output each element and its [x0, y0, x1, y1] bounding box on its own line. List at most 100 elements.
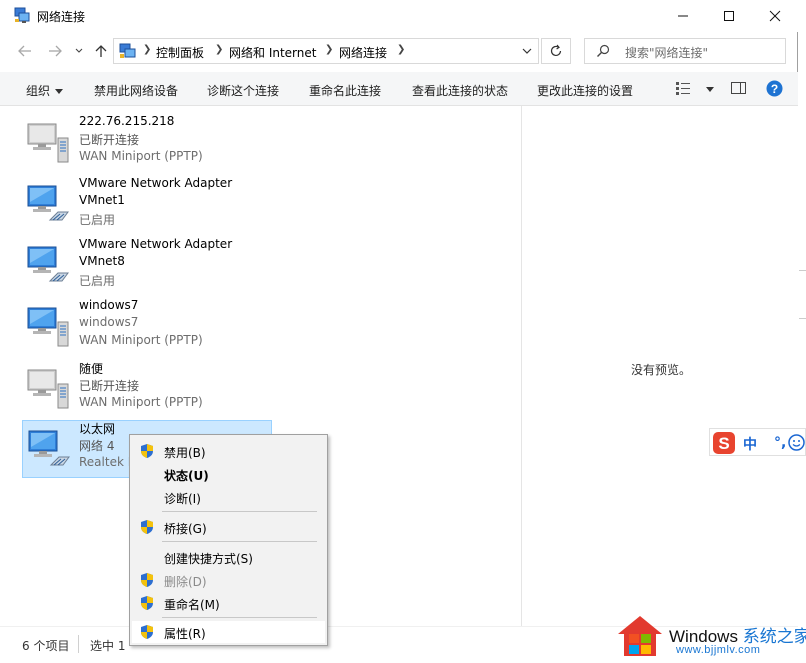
arrow-up-icon — [95, 45, 107, 57]
wan-connection-icon — [27, 123, 69, 163]
connection-device: 已启用 — [79, 274, 116, 288]
preview-pane: 没有预览。 — [521, 106, 798, 626]
chevron-down-icon — [75, 48, 83, 53]
diagnose-button[interactable]: 诊断这个连接 — [207, 82, 279, 99]
arrow-right-icon — [49, 45, 62, 57]
ime-punctuation[interactable]: °, — [774, 435, 786, 451]
menu-item-disable[interactable]: 禁用(B) — [132, 440, 325, 462]
disable-device-button[interactable]: 禁用此网络设备 — [94, 82, 178, 99]
up-button[interactable] — [90, 40, 112, 62]
connection-status: windows7 — [79, 315, 139, 329]
menu-item-label: 禁用(B) — [164, 446, 206, 460]
uac-shield-icon — [141, 520, 153, 534]
connection-status: VMnet8 — [79, 254, 125, 268]
view-options-caret-icon[interactable] — [706, 87, 714, 92]
connection-device: Realtek I — [79, 455, 132, 469]
refresh-icon — [550, 44, 562, 57]
connection-name: VMware Network Adapter — [79, 176, 233, 190]
help-icon[interactable]: ? — [766, 80, 783, 97]
menu-item-properties[interactable]: 属性(R) — [132, 621, 325, 643]
search-placeholder: 搜索"网络连接" — [625, 46, 709, 60]
rename-connection-button[interactable]: 重命名此连接 — [309, 82, 381, 99]
uac-shield-icon — [141, 625, 153, 639]
crumb-separator-icon: ❯ — [325, 44, 334, 55]
connection-status: VMnet1 — [79, 193, 125, 207]
menu-item-diagnose[interactable]: 诊断(I) — [132, 486, 325, 508]
connection-device: 已启用 — [79, 213, 116, 227]
menu-item-label: 创建快捷方式(S) — [164, 552, 253, 566]
close-icon — [769, 10, 781, 22]
menu-item-rename[interactable]: 重命名(M) — [132, 592, 325, 614]
connection-name: 随便 — [79, 362, 104, 376]
connection-status: 已断开连接 — [79, 133, 140, 147]
menu-item-create-shortcut[interactable]: 创建快捷方式(S) — [132, 546, 325, 568]
menu-item-label: 重命名(M) — [164, 598, 220, 612]
connection-status: 网络 4 — [79, 439, 115, 453]
explorer-window: 网络连接 ❯ 控制面板 ❯ 网络和 Internet ❯ 网络连接 ❯ 搜索"网… — [0, 0, 798, 663]
breadcrumb-control-panel[interactable]: 控制面板 — [156, 44, 204, 61]
status-divider — [78, 635, 79, 653]
forward-button[interactable] — [44, 40, 66, 62]
connection-item[interactable]: 222.76.215.218 已断开连接 WAN Miniport (PPTP) — [22, 114, 272, 172]
ethernet-connection-icon — [28, 430, 70, 466]
crumb-separator-icon: ❯ — [215, 44, 224, 55]
svg-text:S: S — [718, 434, 729, 453]
connection-name: windows7 — [79, 298, 139, 312]
breadcrumb-network-connections[interactable]: 网络连接 — [339, 44, 387, 61]
item-count: 6 个项目 — [22, 639, 70, 653]
caret-down-icon — [55, 89, 64, 94]
change-settings-button[interactable]: 更改此连接的设置 — [537, 82, 633, 99]
menu-item-label: 桥接(G) — [164, 522, 207, 536]
ime-mode[interactable]: 中 — [743, 434, 757, 454]
uac-shield-icon — [141, 444, 153, 458]
maximize-button[interactable] — [706, 0, 752, 32]
context-menu: 禁用(B) 状态(U) 诊断(I) 桥接(G) 创建快捷方式(S) 删除(D) … — [129, 434, 328, 646]
connection-name: 以太网 — [79, 422, 116, 436]
connection-device: WAN Miniport (PPTP) — [79, 149, 203, 163]
refresh-button[interactable] — [541, 38, 571, 64]
menu-separator — [162, 541, 317, 542]
network-connections-icon — [14, 7, 30, 23]
emoji-icon[interactable] — [788, 434, 805, 451]
title-bar: 网络连接 — [0, 0, 798, 32]
connection-item[interactable]: VMware Network Adapter VMnet1 已启用 — [22, 176, 272, 234]
recent-locations-button[interactable] — [72, 40, 86, 62]
address-row: ❯ 控制面板 ❯ 网络和 Internet ❯ 网络连接 ❯ 搜索"网络连接" — [0, 32, 798, 70]
connection-item[interactable]: windows7 windows7 WAN Miniport (PPTP) — [22, 298, 272, 356]
menu-item-bridge[interactable]: 桥接(G) — [132, 516, 325, 538]
organize-label: 组织 — [26, 84, 51, 98]
breadcrumb-network-internet[interactable]: 网络和 Internet — [229, 44, 316, 61]
ethernet-connection-icon — [27, 185, 69, 221]
close-button[interactable] — [752, 0, 798, 32]
menu-item-delete: 删除(D) — [132, 569, 325, 591]
menu-item-label: 状态(U) — [164, 469, 209, 483]
connection-item[interactable]: 随便 已断开连接 WAN Miniport (PPTP) — [22, 360, 272, 418]
minimize-icon — [678, 15, 688, 17]
address-bar[interactable]: ❯ 控制面板 ❯ 网络和 Internet ❯ 网络连接 ❯ — [113, 38, 539, 64]
preview-pane-icon[interactable] — [730, 80, 747, 96]
control-panel-icon — [119, 43, 136, 58]
uac-shield-icon — [141, 596, 153, 610]
ime-toolbar[interactable]: S 中 °, — [709, 428, 806, 456]
menu-item-label: 删除(D) — [164, 575, 207, 589]
watermark: Windows 系统之家 www.bjjmlv.com — [614, 612, 806, 663]
menu-item-status[interactable]: 状态(U) — [132, 463, 325, 485]
menu-separator — [162, 511, 317, 512]
view-status-button[interactable]: 查看此连接的状态 — [412, 82, 508, 99]
minimize-button[interactable] — [660, 0, 706, 32]
view-options-icon[interactable] — [675, 80, 691, 96]
sogou-s-icon: S — [713, 432, 735, 454]
connection-device: WAN Miniport (PPTP) — [79, 395, 203, 409]
address-dropdown-icon[interactable] — [520, 44, 534, 58]
arrow-left-icon — [18, 45, 31, 57]
maximize-icon — [724, 11, 734, 21]
connection-device: WAN Miniport (PPTP) — [79, 333, 203, 347]
search-box[interactable]: 搜索"网络连接" — [584, 38, 786, 64]
organize-button[interactable]: 组织 — [26, 82, 64, 99]
no-preview-text: 没有预览。 — [631, 363, 692, 377]
command-bar: 组织 禁用此网络设备 诊断这个连接 重命名此连接 查看此连接的状态 更改此连接的… — [0, 72, 798, 106]
connection-status: 已断开连接 — [79, 379, 140, 393]
back-button[interactable] — [14, 40, 36, 62]
connection-item[interactable]: VMware Network Adapter VMnet8 已启用 — [22, 237, 272, 295]
background-window-line — [799, 318, 806, 319]
